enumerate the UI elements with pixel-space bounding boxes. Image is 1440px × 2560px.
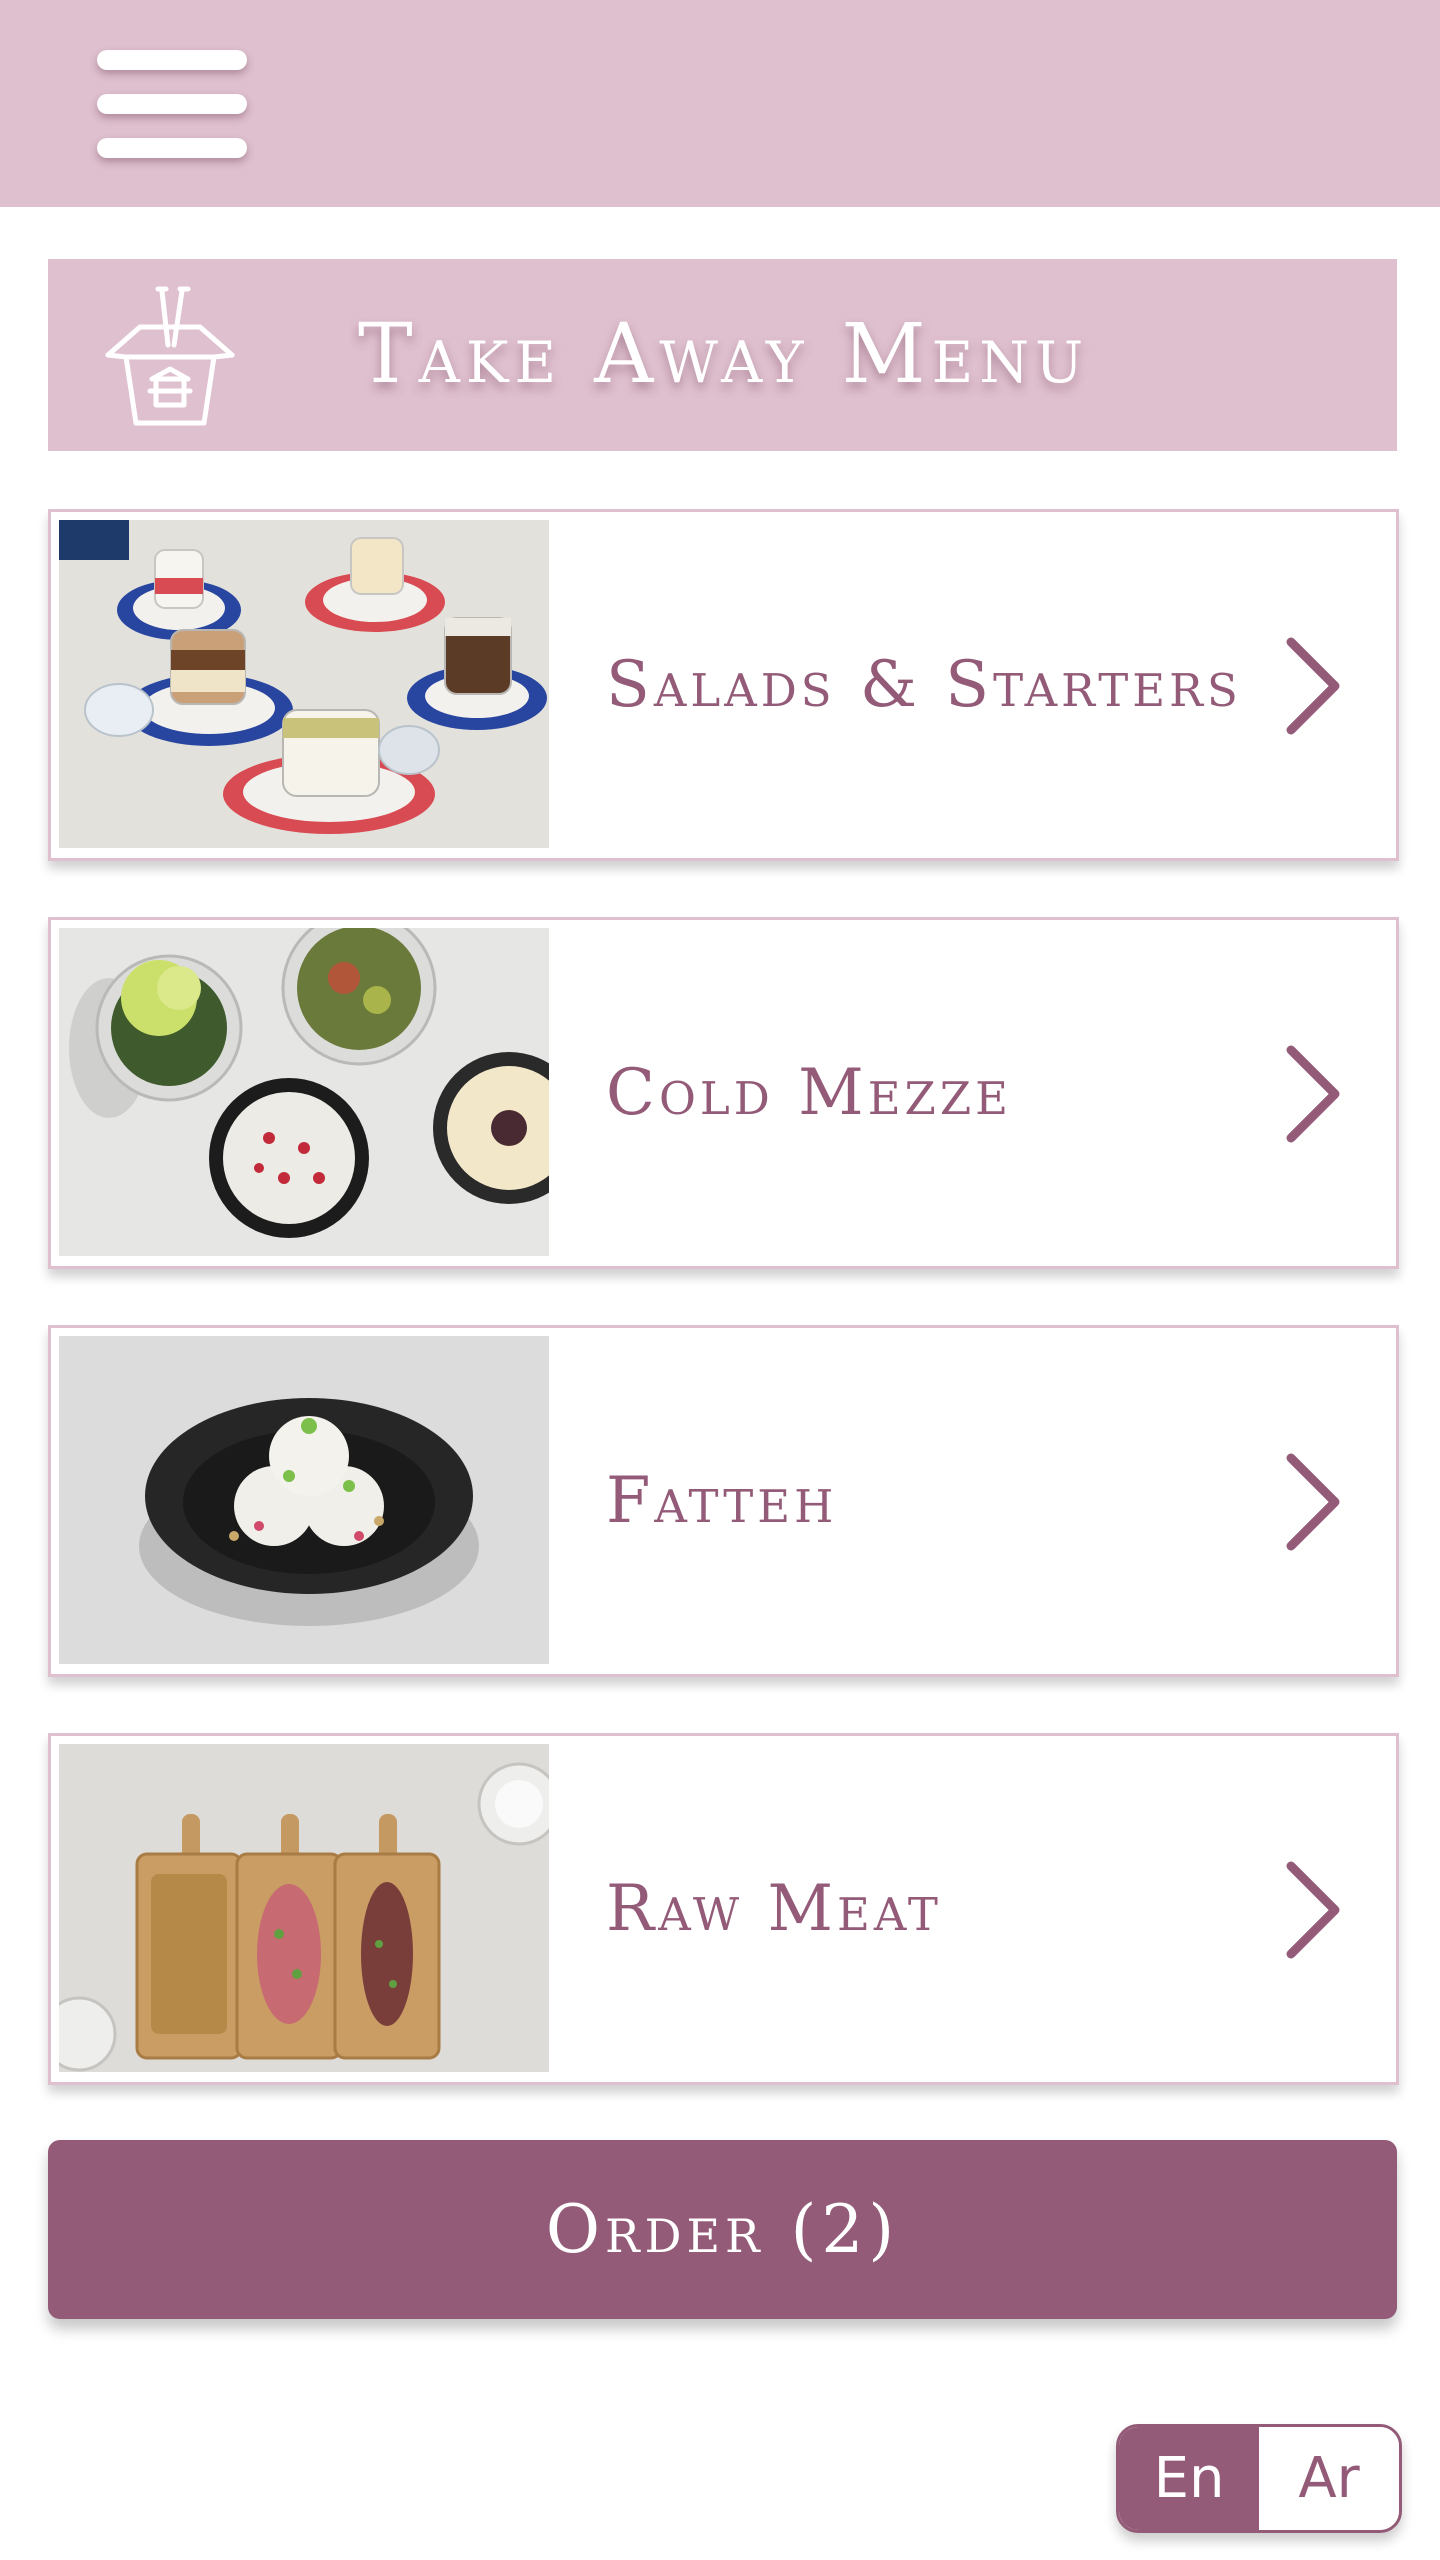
language-option-en[interactable]: En [1119,2427,1259,2530]
chevron-right-icon [1286,637,1340,735]
raw-meat-boards-photo [59,1744,549,2072]
chevron-right-icon [1286,1453,1340,1551]
fatteh-plate-photo [59,1336,549,1664]
category-card-cold-mezze[interactable]: Cold Mezze [48,917,1399,1269]
category-label: Raw Meat [606,1872,942,1946]
hamburger-line [97,50,247,70]
category-label: Cold Mezze [606,1056,1012,1130]
dessert-jars-photo [59,520,549,848]
category-label: Salads & Starters [606,648,1242,722]
chevron-right-icon [1286,1045,1340,1143]
mezze-bowls-photo [59,928,549,1256]
hamburger-line [97,94,247,114]
language-option-ar[interactable]: Ar [1259,2427,1399,2530]
hamburger-menu-icon[interactable] [97,50,247,160]
category-card-raw-meat[interactable]: Raw Meat [48,1733,1399,2085]
page-title: Take Away Menu [358,307,1090,402]
order-button[interactable]: Order (2) [48,2140,1397,2319]
chevron-right-icon [1286,1861,1340,1959]
top-bar [0,0,1440,207]
hamburger-line [97,138,247,158]
category-card-fatteh[interactable]: Fatteh [48,1325,1399,1677]
takeaway-menu-banner: Take Away Menu [48,259,1397,451]
category-label: Fatteh [606,1464,838,1538]
category-card-salads-starters[interactable]: Salads & Starters [48,509,1399,861]
takeaway-box-icon [105,286,235,426]
language-toggle: En Ar [1116,2424,1402,2533]
